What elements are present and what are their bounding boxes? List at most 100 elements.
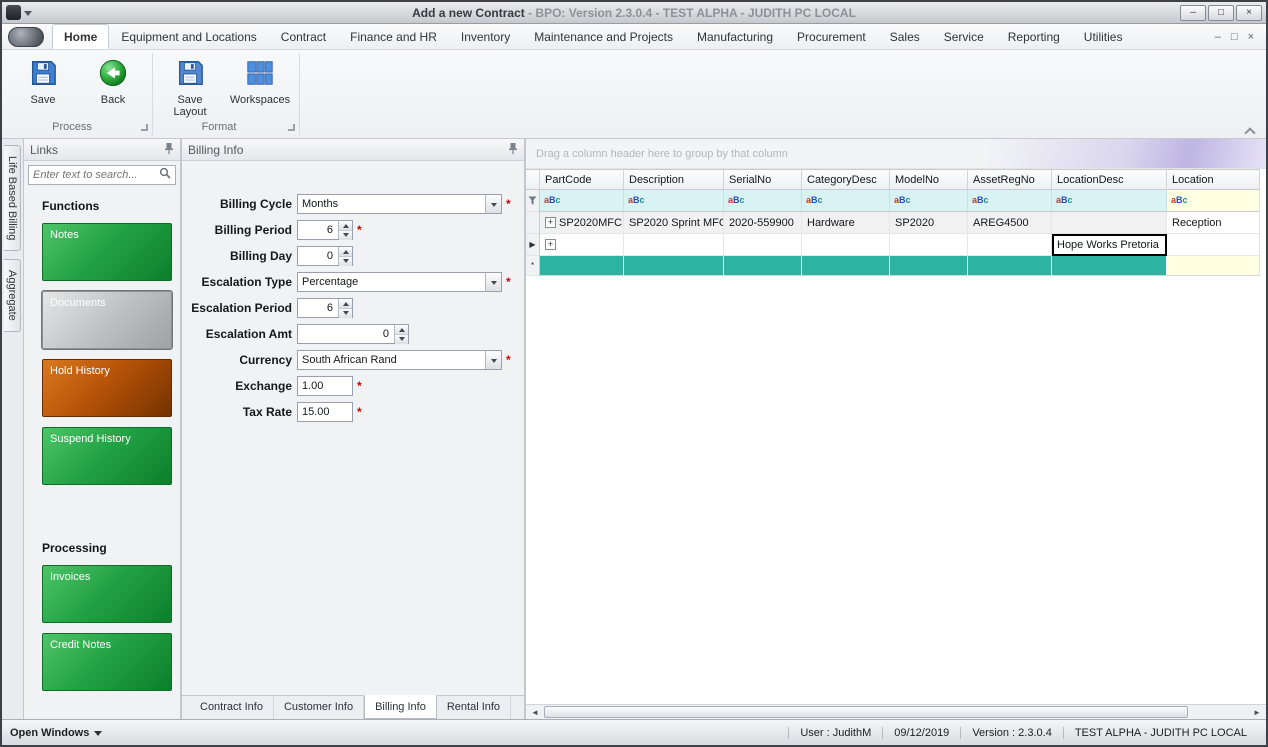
tab-maintenance-and-projects[interactable]: Maintenance and Projects	[522, 24, 685, 49]
spin-up-icon[interactable]	[339, 247, 352, 257]
new-cell-assetregno[interactable]	[968, 256, 1052, 276]
tax-rate-field[interactable]: 15.00	[297, 402, 353, 422]
tab-sales[interactable]: Sales	[878, 24, 932, 49]
cell-location[interactable]: Reception	[1167, 212, 1260, 234]
cell-serialno[interactable]: 2020-559900	[724, 212, 802, 234]
spin-up-icon[interactable]	[339, 299, 352, 309]
documents-button[interactable]: Documents	[41, 290, 173, 350]
tab-home[interactable]: Home	[52, 24, 110, 49]
search-icon[interactable]	[159, 166, 171, 184]
chevron-down-icon[interactable]	[485, 273, 501, 291]
filter-cell-categorydesc[interactable]: aBc	[802, 190, 890, 212]
spin-down-icon[interactable]	[395, 335, 408, 344]
scroll-right-icon[interactable]: ►	[1250, 708, 1264, 717]
tab-reporting[interactable]: Reporting	[996, 24, 1072, 49]
close-button[interactable]: ×	[1236, 4, 1262, 21]
mdi-restore-button[interactable]: □	[1231, 31, 1238, 43]
spin-up-icon[interactable]	[339, 221, 352, 231]
cell-assetregno[interactable]: AREG4500	[968, 212, 1052, 234]
spin-down-icon[interactable]	[339, 231, 352, 240]
new-cell-location[interactable]	[1167, 256, 1260, 276]
tab-contract-info[interactable]: Contract Info	[190, 696, 274, 719]
horizontal-scrollbar[interactable]: ◄ ►	[526, 704, 1266, 719]
column-header-locationdesc[interactable]: LocationDesc	[1052, 169, 1167, 190]
new-cell-locationdesc[interactable]	[1052, 256, 1167, 276]
currency-dropdown[interactable]: South African Rand	[297, 350, 502, 370]
back-button[interactable]: Back	[84, 56, 142, 119]
scrollbar-track[interactable]	[542, 705, 1250, 719]
pin-icon[interactable]	[508, 142, 518, 158]
column-header-serialno[interactable]: SerialNo	[724, 169, 802, 190]
chevron-down-icon[interactable]	[485, 351, 501, 369]
escalation-period-stepper[interactable]: 6	[297, 298, 353, 318]
quick-access-caret-icon[interactable]	[24, 10, 32, 20]
new-cell-modelno[interactable]	[890, 256, 968, 276]
workspaces-button[interactable]: Workspaces	[230, 56, 290, 119]
tab-service[interactable]: Service	[932, 24, 996, 49]
pin-icon[interactable]	[164, 142, 174, 158]
cell-description[interactable]	[624, 234, 724, 256]
cell-modelno[interactable]: SP2020	[890, 212, 968, 234]
filter-cell-assetregno[interactable]: aBc	[968, 190, 1052, 212]
chevron-down-icon[interactable]	[485, 195, 501, 213]
filter-cell-location[interactable]: aBc	[1167, 190, 1260, 212]
billing-period-stepper[interactable]: 6	[297, 220, 353, 240]
billing-day-stepper[interactable]: 0	[297, 246, 353, 266]
expand-icon[interactable]: +	[545, 239, 556, 250]
billing-cycle-dropdown[interactable]: Months	[297, 194, 502, 214]
spin-down-icon[interactable]	[339, 309, 352, 318]
cell-categorydesc[interactable]: Hardware	[802, 212, 890, 234]
filter-cell-serialno[interactable]: aBc	[724, 190, 802, 212]
new-cell-description[interactable]	[624, 256, 724, 276]
application-button[interactable]	[8, 27, 44, 47]
exchange-field[interactable]: 1.00	[297, 376, 353, 396]
cell-assetregno[interactable]	[968, 234, 1052, 256]
tab-utilities[interactable]: Utilities	[1072, 24, 1135, 49]
tab-finance-and-hr[interactable]: Finance and HR	[338, 24, 449, 49]
invoices-button[interactable]: Invoices	[42, 565, 172, 623]
escalation-amt-stepper[interactable]: 0	[297, 324, 409, 344]
hold-history-button[interactable]: Hold History	[42, 359, 172, 417]
group-by-bar[interactable]: Drag a column header here to group by th…	[526, 139, 1266, 169]
tab-customer-info[interactable]: Customer Info	[274, 696, 365, 719]
open-windows-button[interactable]: Open Windows	[10, 726, 103, 740]
filter-cell-locationdesc[interactable]: aBc	[1052, 190, 1167, 212]
filter-cell-modelno[interactable]: aBc	[890, 190, 968, 212]
tab-manufacturing[interactable]: Manufacturing	[685, 24, 785, 49]
notes-button[interactable]: Notes	[42, 223, 172, 281]
cell-locationdesc[interactable]	[1052, 212, 1167, 234]
scrollbar-thumb[interactable]	[544, 706, 1188, 718]
column-header-partcode[interactable]: PartCode	[540, 169, 624, 190]
tab-billing-info[interactable]: Billing Info	[364, 695, 437, 719]
tab-equipment-and-locations[interactable]: Equipment and Locations	[109, 24, 268, 49]
tab-procurement[interactable]: Procurement	[785, 24, 878, 49]
filter-cell-description[interactable]: aBc	[624, 190, 724, 212]
column-header-location[interactable]: Location	[1167, 169, 1260, 190]
search-input[interactable]	[29, 169, 159, 181]
side-tab-aggregate[interactable]: Aggregate	[4, 259, 21, 333]
tab-inventory[interactable]: Inventory	[449, 24, 522, 49]
tab-rental-info[interactable]: Rental Info	[437, 696, 512, 719]
expand-icon[interactable]: +	[545, 217, 556, 228]
group-dialog-launcher-icon[interactable]	[141, 124, 148, 131]
cell-partcode[interactable]: +	[540, 234, 624, 256]
cell-modelno[interactable]	[890, 234, 968, 256]
new-cell-categorydesc[interactable]	[802, 256, 890, 276]
window-icon[interactable]	[6, 5, 21, 20]
column-header-assetregno[interactable]: AssetRegNo	[968, 169, 1052, 190]
save-layout-button[interactable]: Save Layout	[161, 56, 219, 119]
cell-categorydesc[interactable]	[802, 234, 890, 256]
column-header-description[interactable]: Description	[624, 169, 724, 190]
spin-up-icon[interactable]	[395, 325, 408, 335]
escalation-type-dropdown[interactable]: Percentage	[297, 272, 502, 292]
minimize-button[interactable]: –	[1180, 4, 1206, 21]
new-cell-partcode[interactable]	[540, 256, 624, 276]
cell-location[interactable]	[1167, 234, 1260, 256]
suspend-history-button[interactable]: Suspend History	[42, 427, 172, 485]
cell-serialno[interactable]	[724, 234, 802, 256]
credit-notes-button[interactable]: Credit Notes	[42, 633, 172, 691]
mdi-close-button[interactable]: ×	[1248, 31, 1254, 43]
filter-cell-partcode[interactable]: aBc	[540, 190, 624, 212]
tab-contract[interactable]: Contract	[269, 24, 338, 49]
save-button[interactable]: Save	[14, 56, 72, 119]
